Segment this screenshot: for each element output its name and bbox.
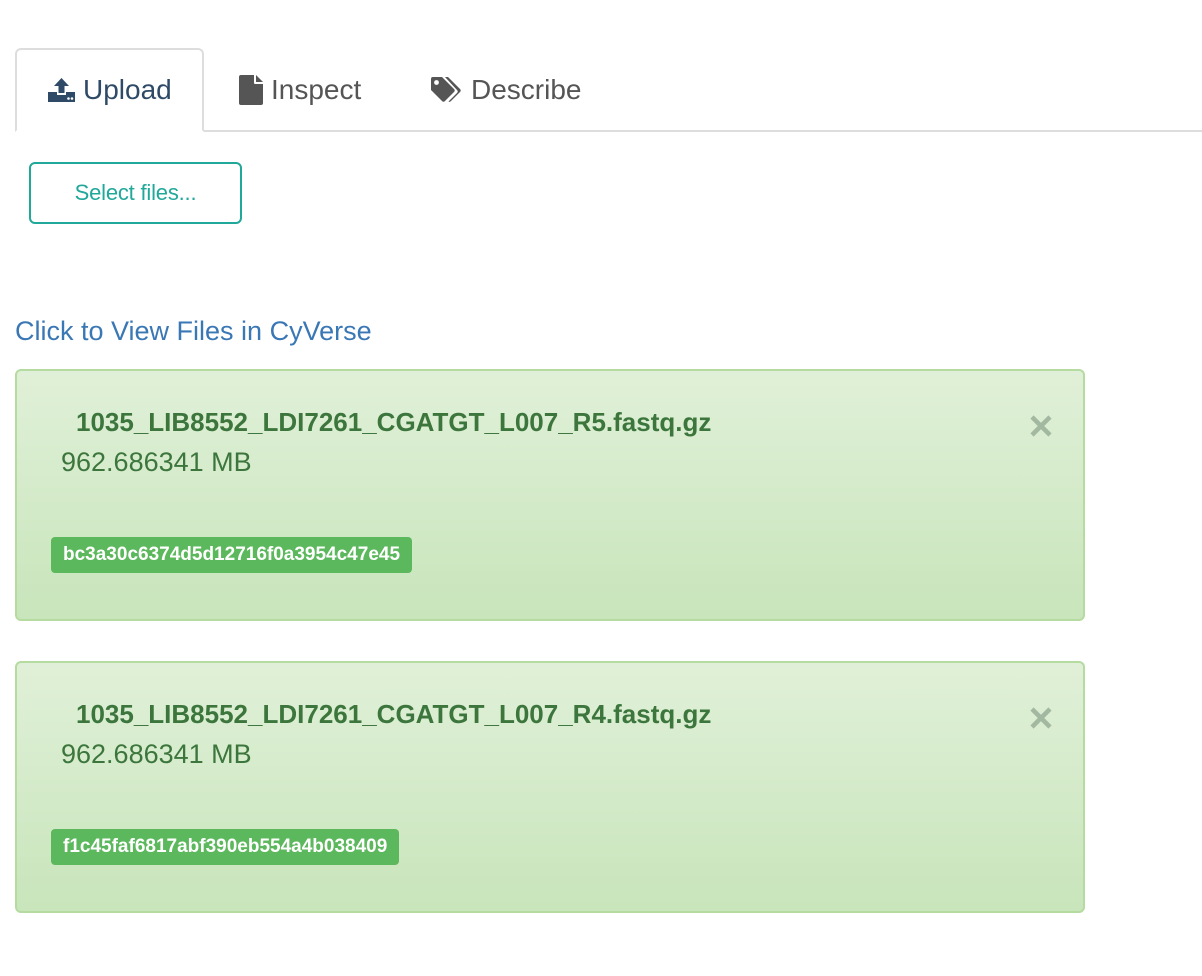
file-card: 1035_LIB8552_LDI7261_CGATGT_L007_R4.fast… <box>15 661 1085 913</box>
view-files-in-cyverse-link[interactable]: Click to View Files in CyVerse <box>15 316 372 347</box>
tab-label: Upload <box>83 74 172 105</box>
tab-describe[interactable]: Describe <box>430 48 581 132</box>
file-card: 1035_LIB8552_LDI7261_CGATGT_L007_R5.fast… <box>15 369 1085 621</box>
tab-upload[interactable]: Upload <box>15 48 204 132</box>
tab-inspect[interactable]: Inspect <box>237 48 361 132</box>
close-icon[interactable] <box>1026 411 1056 441</box>
checksum-badge: f1c45faf6817abf390eb554a4b038409 <box>51 829 400 865</box>
file-size: 962.686341 MB <box>61 447 252 477</box>
file-name: 1035_LIB8552_LDI7261_CGATGT_L007_R5.fast… <box>76 407 712 437</box>
checksum-badge: bc3a30c6374d5d12716f0a3954c47e45 <box>51 537 413 573</box>
close-icon[interactable] <box>1026 703 1056 733</box>
tab-bar: Upload Inspect Describe <box>15 48 1202 132</box>
file-icon <box>239 75 263 105</box>
upload-icon <box>48 78 75 102</box>
file-size: 962.686341 MB <box>61 739 252 769</box>
file-name: 1035_LIB8552_LDI7261_CGATGT_L007_R4.fast… <box>76 699 712 729</box>
tab-label: Describe <box>471 74 582 105</box>
tab-label: Inspect <box>271 74 362 105</box>
tags-icon <box>431 77 463 103</box>
select-files-button[interactable]: Select files... <box>29 162 242 224</box>
